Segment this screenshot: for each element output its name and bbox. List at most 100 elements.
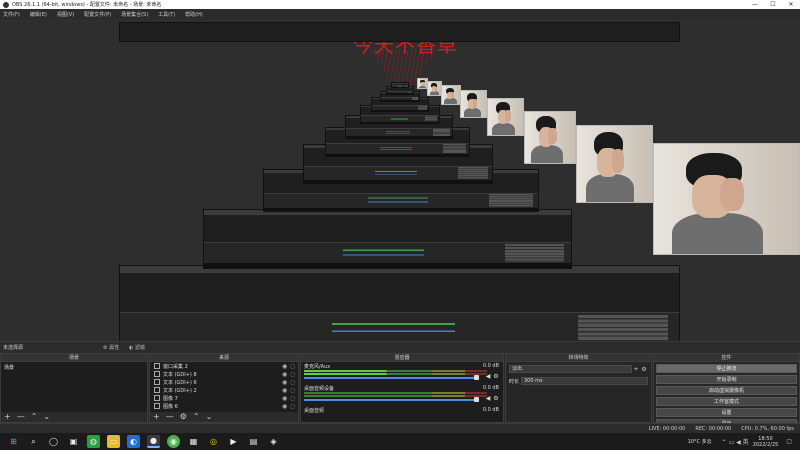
chrome-icon[interactable]: ◉ [167, 435, 180, 448]
source-toolbar: 未选择源 ⚙ 属性 ◐ 滤镜 [0, 341, 800, 353]
source-row[interactable]: 文本 (GDI+) 6 ◉ ◌ [150, 378, 298, 386]
scenes-list: 场景 [1, 362, 147, 412]
remove-source-button[interactable]: — [166, 412, 174, 422]
source-row[interactable]: 图像 7 ◉ ◌ [150, 394, 298, 402]
rec-timer: REC: 00:00:00 [695, 425, 732, 432]
windows-start-icon[interactable]: ⊞ [7, 435, 20, 448]
source-row[interactable]: 图像 6 ◉ ◌ [150, 402, 298, 410]
start-recording-button[interactable]: 开始录制 [656, 375, 797, 384]
gear-icon[interactable]: ⚙ [493, 374, 499, 380]
transitions-panel: 转场特效 淡出 + ⚙ 时长 300 ms [505, 353, 652, 423]
source-row[interactable]: 文本 (GDI+) 8 ◉ ◌ [150, 370, 298, 378]
move-source-up-button[interactable]: ⌃ [193, 412, 200, 422]
minimize-button[interactable]: — [746, 0, 764, 9]
webcam-shirt [586, 174, 634, 202]
scenes-footer: + — ⌃ ⌄ [1, 412, 147, 422]
start-virtual-camera-button[interactable]: 启动虚拟摄像机 [656, 386, 797, 395]
visibility-eye-icon[interactable]: ◉ [282, 363, 290, 370]
volume-slider[interactable] [304, 377, 479, 379]
unlock-icon[interactable]: ◌ [290, 363, 298, 370]
nested-mix [380, 145, 412, 154]
volume-slider-knob[interactable] [474, 375, 479, 380]
unlock-icon[interactable]: ◌ [290, 371, 298, 378]
media-player-icon[interactable]: ▶ [227, 435, 240, 448]
notification-icon[interactable]: ▢ [786, 438, 792, 445]
wechat-icon[interactable]: ◍ [87, 435, 100, 448]
remove-scene-button[interactable]: — [17, 412, 25, 422]
move-scene-down-button[interactable]: ⌄ [43, 412, 50, 422]
sources-header: 来源 [150, 354, 298, 362]
tray-icons[interactable]: ⌃ ▭ ◀ 英 [722, 437, 749, 446]
visibility-eye-icon[interactable]: ◉ [282, 403, 290, 410]
settings-button[interactable]: 设置 [656, 408, 797, 417]
unlock-icon[interactable]: ◌ [290, 395, 298, 402]
menu-help[interactable]: 帮助(H) [185, 11, 203, 18]
add-scene-button[interactable]: + [4, 412, 11, 422]
menu-scene-collection[interactable]: 场景集合(S) [121, 11, 148, 18]
volume-meter [304, 395, 487, 397]
menu-view[interactable]: 视图(V) [57, 11, 74, 18]
speaker-icon[interactable]: ◀ [485, 374, 491, 380]
volume-slider[interactable] [304, 399, 479, 401]
controls-header: 控件 [654, 354, 799, 362]
netease-music-icon[interactable]: ◎ [207, 435, 220, 448]
speaker-icon[interactable]: ◀ [485, 396, 491, 402]
unlock-icon[interactable]: ◌ [290, 403, 298, 410]
menu-edit[interactable]: 编辑(E) [30, 11, 47, 18]
source-row[interactable]: 文本 (GDI+) 2 ◉ ◌ [150, 386, 298, 394]
visibility-eye-icon[interactable]: ◉ [282, 395, 290, 402]
cpu-fps: CPU: 0.7%, 60.00 fps [741, 425, 794, 432]
gear-icon[interactable]: ⚙ [640, 366, 648, 373]
duration-input[interactable]: 300 ms [521, 377, 648, 385]
unlock-icon[interactable]: ◌ [290, 387, 298, 394]
gear-icon[interactable]: ⚙ [493, 396, 499, 402]
visibility-eye-icon[interactable]: ◉ [282, 379, 290, 386]
obs-taskbar-icon[interactable]: ● [147, 435, 160, 448]
visibility-eye-icon[interactable]: ◉ [282, 387, 290, 394]
text-icon [154, 387, 160, 393]
webcam-shirt [429, 91, 440, 95]
add-source-button[interactable]: + [153, 412, 160, 422]
file-explorer-icon[interactable]: ▭ [107, 435, 120, 448]
stop-streaming-button[interactable]: 停止推流 [656, 364, 797, 373]
filters-button[interactable]: ◐ 滤镜 [129, 344, 145, 351]
preview-canvas[interactable]: 今天不香草 [0, 19, 800, 341]
transition-select[interactable]: 淡出 [509, 365, 632, 373]
photos-icon[interactable]: ▤ [247, 435, 260, 448]
add-transition-icon[interactable]: + [632, 366, 640, 373]
menu-tools[interactable]: 工具(T) [158, 11, 175, 18]
scene-item[interactable]: 场景 [1, 362, 147, 373]
app-icon[interactable]: ▦ [187, 435, 200, 448]
close-button[interactable]: ✕ [782, 0, 800, 9]
visibility-eye-icon[interactable]: ◉ [282, 371, 290, 378]
channel-name: 桌面音频 [304, 408, 325, 414]
search-icon[interactable]: ⌕ [27, 435, 40, 448]
edge-browser-icon[interactable]: ◐ [127, 435, 140, 448]
maximize-button[interactable]: ☐ [764, 0, 782, 9]
clock[interactable]: 18:50 2022/2/25 [753, 436, 779, 448]
volume-slider-knob[interactable] [474, 397, 479, 402]
windows-app-icon[interactable]: ▣ [67, 435, 80, 448]
studio-mode-button[interactable]: 工作室模式 [656, 397, 797, 406]
menu-profile[interactable]: 配置文件(P) [84, 11, 111, 18]
nested-obs-window [203, 209, 572, 269]
webcam-shirt [444, 98, 457, 104]
move-source-down-button[interactable]: ⌄ [206, 412, 213, 422]
app-icon[interactable]: ◈ [267, 435, 280, 448]
source-properties-button[interactable]: ⚙ [180, 412, 187, 422]
webcam-frame [487, 98, 524, 136]
move-scene-up-button[interactable]: ⌃ [31, 412, 38, 422]
source-row[interactable]: 窗口采集 2 ◉ ◌ [150, 362, 298, 370]
menu-file[interactable]: 文件(F) [3, 11, 20, 18]
unlock-icon[interactable]: ◌ [290, 379, 298, 386]
nested-tb [326, 153, 469, 156]
task-view-icon[interactable]: ◯ [47, 435, 60, 448]
webcam-hand [720, 177, 744, 212]
scenes-header: 场景 [1, 354, 147, 362]
audio-mixer-panel: 混音器 麦克风/Aux 0.0 dB ◀ ⚙ 桌面音频设备 0.0 dB ◀ ⚙… [300, 353, 504, 423]
properties-button[interactable]: ⚙ 属性 [103, 344, 119, 351]
webcam-hand [504, 110, 511, 122]
clock-date: 2022/2/25 [752, 441, 779, 448]
weather-widget[interactable]: 10°C 多云 [688, 438, 712, 445]
channel-db: 0.0 dB [482, 363, 499, 369]
